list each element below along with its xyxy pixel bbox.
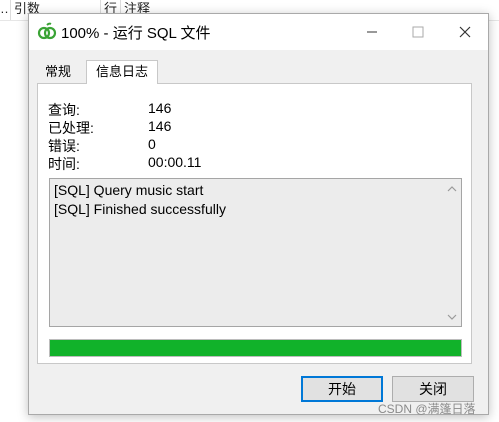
minimize-icon	[367, 31, 377, 33]
maximize-button[interactable]	[395, 14, 441, 50]
run-sql-dialog: 100% - 运行 SQL 文件 常规 信息日志 查询: 146 已处理: 14…	[28, 13, 489, 415]
scroll-down-button[interactable]	[445, 310, 459, 324]
time-value: 00:00.11	[148, 154, 202, 170]
tab-general[interactable]: 常规	[39, 62, 77, 83]
log-line: [SQL] Finished successfully	[54, 201, 226, 217]
window-title: 100% - 运行 SQL 文件	[61, 25, 211, 42]
minimize-button[interactable]	[349, 14, 395, 50]
progress-bar	[49, 339, 462, 357]
chevron-up-icon	[447, 185, 457, 191]
info-log-panel: 查询: 146 已处理: 146 错误: 0 时间: 00:00.11 [SQL…	[37, 83, 472, 364]
errors-label: 错误:	[48, 138, 80, 154]
maximize-icon	[412, 26, 424, 38]
close-window-button[interactable]	[442, 14, 488, 50]
start-button[interactable]: 开始	[301, 376, 383, 402]
column-divider	[10, 0, 11, 20]
close-button[interactable]: 关闭	[392, 376, 474, 402]
time-label: 时间:	[48, 156, 80, 172]
queries-value: 146	[148, 100, 172, 116]
log-line: [SQL] Query music start	[54, 182, 204, 198]
dolphin-app-icon	[37, 22, 57, 42]
processed-label: 已处理:	[48, 120, 94, 136]
watermark: CSDN @满篷日落	[378, 402, 476, 416]
tab-info-log[interactable]: 信息日志	[86, 60, 158, 84]
chevron-down-icon	[447, 314, 457, 320]
queries-label: 查询:	[48, 102, 80, 118]
progress-fill	[50, 340, 461, 356]
close-icon	[459, 26, 471, 38]
title-bar[interactable]: 100% - 运行 SQL 文件	[29, 14, 488, 50]
background-cell: …	[0, 0, 10, 20]
log-textarea[interactable]: [SQL] Query music start [SQL] Finished s…	[49, 178, 462, 327]
processed-value: 146	[148, 118, 172, 134]
errors-value: 0	[148, 136, 156, 152]
scroll-up-button[interactable]	[445, 181, 459, 195]
